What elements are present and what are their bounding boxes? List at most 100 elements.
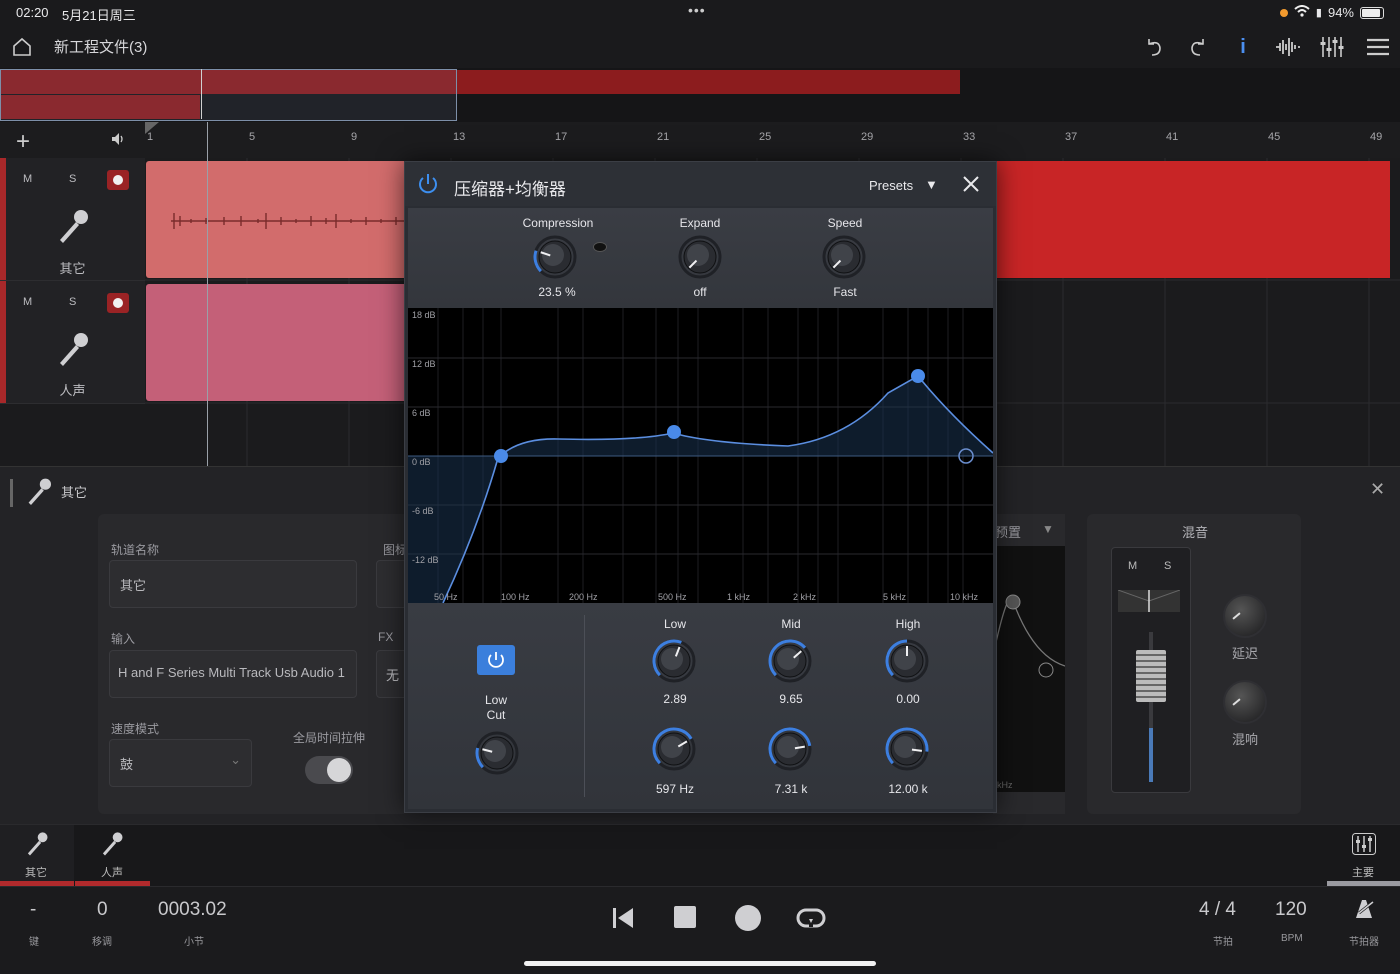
loop-icon[interactable] <box>796 907 826 934</box>
mixer-icon <box>1352 833 1376 860</box>
track-name-field[interactable]: 其它 <box>109 560 357 608</box>
waveform-icon[interactable] <box>1274 34 1302 60</box>
home-icon[interactable] <box>8 34 36 60</box>
pan-control[interactable] <box>1117 589 1181 612</box>
low-cut-knob[interactable] <box>475 731 519 780</box>
tab-label: 其它 <box>25 867 47 879</box>
menu-icon[interactable] <box>1364 34 1392 60</box>
timeline-ruler[interactable]: 1 5 9 13 17 21 25 29 33 37 41 45 49 <box>145 122 1400 159</box>
speed-mode-select[interactable]: 鼓 ⌄ <box>109 739 252 787</box>
track-header-1[interactable]: M S 其它 <box>0 158 145 281</box>
mix-card: 混音 M S 延迟 混响 <box>1087 514 1301 814</box>
ruler-controls: + <box>0 122 145 159</box>
plugin-power-icon[interactable] <box>417 173 439 200</box>
tab-main[interactable]: 主要 <box>1327 825 1400 886</box>
arrangement-overview[interactable] <box>0 68 1400 122</box>
input-select[interactable]: H and F Series Multi Track Usb Audio 1 <box>109 650 357 698</box>
record-arm-button[interactable] <box>107 170 129 190</box>
microphone-icon <box>56 331 90 376</box>
track-header-empty <box>0 404 145 466</box>
key-value[interactable]: - <box>30 899 36 921</box>
preset-dropdown-icon[interactable]: ▼ <box>1042 522 1054 536</box>
solo-button[interactable]: S <box>69 173 76 185</box>
battery-icon <box>1360 6 1384 19</box>
transpose-value[interactable]: 0 <box>97 899 108 921</box>
low-cut-handle[interactable] <box>494 449 508 463</box>
lock-icon: ▮ <box>1315 7 1322 19</box>
mixer-icon[interactable] <box>1318 34 1346 60</box>
track-name-value: 其它 <box>120 578 147 593</box>
mute-button[interactable]: M <box>23 296 32 308</box>
track-header-2[interactable]: M S 人声 <box>0 281 145 404</box>
multitask-dots-icon[interactable]: ••• <box>688 2 706 18</box>
global-stretch-toggle[interactable] <box>305 756 353 784</box>
mute-button[interactable]: M <box>23 173 32 185</box>
knob-graphic <box>475 731 519 775</box>
channel-mute-button[interactable]: M <box>1128 560 1137 572</box>
eq-freq-label: 500 Hz <box>658 592 687 602</box>
low-band-handle[interactable] <box>667 425 681 439</box>
mini-eq-curve <box>992 594 1066 678</box>
channel-solo-button[interactable]: S <box>1164 560 1171 572</box>
track-name-label: 轨道名称 <box>111 543 160 557</box>
speaker-icon[interactable] <box>110 131 126 152</box>
metronome-icon[interactable] <box>1352 898 1376 925</box>
inspector-track-label: 其它 <box>61 485 88 500</box>
plugin-title: 压缩器+均衡器 <box>454 180 566 199</box>
high-freq-knob[interactable] <box>885 727 929 776</box>
presets-dropdown-icon[interactable]: ▼ <box>925 177 938 192</box>
inspector-handle[interactable] <box>10 479 13 507</box>
tab-track-2[interactable]: 人声 <box>75 825 150 886</box>
expand-knob[interactable] <box>678 235 722 284</box>
close-inspector-icon[interactable]: ✕ <box>1370 479 1385 500</box>
presets-button[interactable]: Presets <box>869 178 913 193</box>
playhead[interactable] <box>207 122 208 466</box>
position-value[interactable]: 0003.02 <box>158 899 227 921</box>
audio-clip-1-right[interactable] <box>990 161 1390 278</box>
low-cut-label: Low Cut <box>484 693 507 722</box>
chevron-down-icon: ⌄ <box>230 752 241 767</box>
low-freq-knob[interactable] <box>652 727 696 776</box>
section-divider <box>584 615 585 797</box>
home-indicator[interactable] <box>524 961 876 966</box>
knob-graphic <box>678 235 722 279</box>
rewind-icon[interactable] <box>612 907 634 934</box>
tab-track-1[interactable]: 其它 <box>0 825 74 886</box>
time-signature-value[interactable]: 4 / 4 <box>1199 899 1236 921</box>
audio-clip-2[interactable] <box>146 284 408 401</box>
speed-mode-label: 速度模式 <box>111 722 160 736</box>
stop-icon[interactable] <box>674 906 696 928</box>
high-gain-value: 0.00 <box>896 692 920 706</box>
tab-label: 主要 <box>1352 867 1374 879</box>
tempo-value[interactable]: 120 <box>1275 899 1307 921</box>
record-arm-button[interactable] <box>107 293 129 313</box>
mini-eq-preview[interactable]: kHz <box>992 546 1066 792</box>
audio-clip-1[interactable] <box>146 161 408 278</box>
mid-gain-knob[interactable] <box>768 639 812 688</box>
compression-knob[interactable] <box>533 235 577 284</box>
solo-button[interactable]: S <box>69 296 76 308</box>
add-track-icon[interactable]: + <box>16 128 30 156</box>
project-title[interactable]: 新工程文件(3) <box>54 36 147 57</box>
low-gain-knob[interactable] <box>652 639 696 688</box>
mid-freq-knob[interactable] <box>768 727 812 776</box>
record-icon[interactable] <box>735 905 761 931</box>
delay-knob[interactable] <box>1223 594 1267 638</box>
reverb-knob[interactable] <box>1223 680 1267 724</box>
low-cut-power-button[interactable] <box>477 645 515 675</box>
undo-icon[interactable] <box>1140 34 1168 60</box>
expand-value: off <box>693 285 707 299</box>
knob-graphic <box>822 235 866 279</box>
mid-band-handle[interactable] <box>911 369 925 383</box>
speed-knob[interactable] <box>822 235 866 284</box>
eq-freq-label: 50 Hz <box>434 592 458 602</box>
info-icon[interactable]: i <box>1229 34 1257 60</box>
close-icon[interactable] <box>962 175 980 198</box>
redo-icon[interactable] <box>1184 34 1212 60</box>
overview-viewport[interactable] <box>0 69 457 121</box>
volume-fader[interactable] <box>1136 650 1166 702</box>
eq-db-label: 18 dB <box>412 310 436 320</box>
eq-graph[interactable]: 18 dB 12 dB 6 dB 0 dB -6 dB -12 dB 50 Hz… <box>408 308 994 604</box>
high-gain-knob[interactable] <box>885 639 929 688</box>
input-label: 输入 <box>111 632 136 646</box>
